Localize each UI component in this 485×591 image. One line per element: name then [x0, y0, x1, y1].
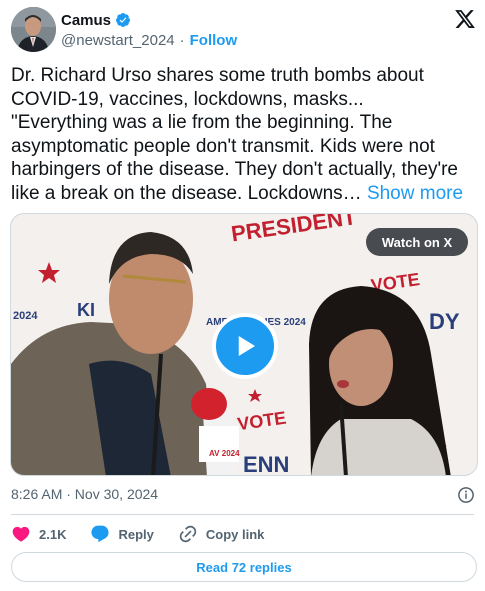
video-media[interactable]: PRESIDENT VOTE 2024 AMERI VALUES 2024 DY… [10, 213, 478, 476]
play-icon [238, 336, 255, 356]
backdrop-text: KI [77, 300, 95, 320]
tweet-text-line: like a break on the disease. Lockdowns… [11, 182, 367, 204]
like-button[interactable]: 2.1K [11, 524, 66, 544]
heart-icon [12, 526, 30, 542]
read-replies-button[interactable]: Read 72 replies [11, 552, 477, 582]
tweet-text-line: asymptomatic people don't transmit. Kids… [11, 135, 435, 157]
backdrop-text: ENN [243, 452, 289, 476]
play-button[interactable] [212, 313, 278, 379]
tweet-embed-card: Camus @newstart_2024 · Follow Dr. Richar… [0, 0, 485, 591]
watch-on-x-button[interactable]: Watch on X [366, 228, 468, 256]
link-icon [179, 525, 197, 543]
divider [11, 514, 474, 515]
tweet-text-line: harbingers of the disease. They don't ac… [11, 159, 458, 180]
author-handle-row: @newstart_2024 · Follow [61, 31, 237, 49]
tweet-text-line: COVID-19, vaccines, lockdowns, masks... [11, 88, 364, 110]
backdrop-text: 2024 [13, 310, 38, 322]
copy-link-label: Copy link [205, 526, 265, 542]
avatar[interactable] [11, 7, 56, 52]
verified-badge-icon [116, 13, 131, 27]
author-display-name[interactable]: Camus [61, 12, 111, 29]
info-icon[interactable] [457, 486, 475, 504]
mic-flag-text: AV 2024 [209, 449, 240, 458]
x-logo-icon[interactable] [454, 8, 476, 30]
reply-label: Reply [118, 526, 154, 542]
show-more-link[interactable]: Show more [367, 183, 463, 204]
reply-bubble-icon [91, 525, 110, 543]
follow-button[interactable]: Follow [190, 32, 238, 49]
likes-count: 2.1K [39, 526, 67, 542]
reply-button[interactable]: Reply [90, 524, 154, 544]
backdrop-text: DY [429, 309, 460, 334]
tweet-text: Dr. Richard Urso shares some truth bombs… [11, 64, 476, 205]
author-handle[interactable]: @newstart_2024 [61, 32, 175, 49]
avatar-image [11, 7, 56, 52]
copy-link-button[interactable]: Copy link [178, 524, 265, 544]
tweet-timestamp[interactable]: 8:26 AM · Nov 30, 2024 [11, 486, 158, 502]
author-name-row[interactable]: Camus [61, 11, 131, 29]
action-bar: 2.1K Reply Copy link [11, 522, 288, 546]
separator-dot: · [179, 31, 185, 49]
tweet-text-line: Dr. Richard Urso shares some truth bombs… [11, 65, 424, 86]
tweet-text-line: "Everything was a lie from the beginning… [11, 112, 393, 133]
